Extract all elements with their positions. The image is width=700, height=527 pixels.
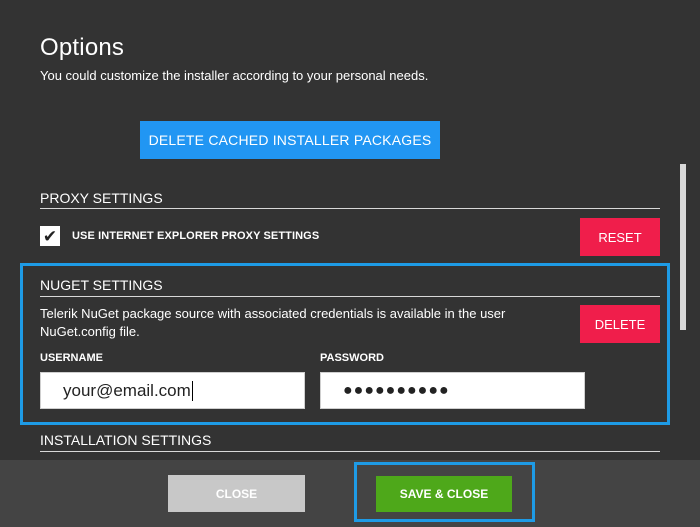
page-title: Options [40,34,125,61]
checkmark-icon: ✔ [42,226,58,246]
proxy-divider [40,208,660,209]
reset-button[interactable]: RESET [580,218,660,256]
text-caret [191,380,193,401]
save-and-close-button[interactable]: SAVE & CLOSE [376,476,512,512]
scrollbar-thumb[interactable] [680,164,686,330]
options-panel: Options You could customize the installe… [0,0,700,460]
delete-nuget-button[interactable]: DELETE [580,305,660,343]
proxy-settings-header: PROXY SETTINGS [40,190,163,206]
nuget-divider [40,296,660,297]
nuget-settings-header: NUGET SETTINGS [40,277,163,293]
delete-cached-packages-button[interactable]: DELETE CACHED INSTALLER PACKAGES [140,121,440,159]
username-value: your@email.com [63,380,191,400]
password-input[interactable]: ●●●●●●●●●● [320,372,585,409]
installation-settings-header: INSTALLATION SETTINGS [40,432,212,448]
password-value: ●●●●●●●●●● [343,381,450,399]
footer-bar [0,460,700,527]
installation-divider [40,451,660,452]
username-input[interactable]: your@email.com [40,372,305,409]
username-label: USERNAME [40,352,103,364]
password-label: PASSWORD [320,352,384,364]
page-subtitle: You could customize the installer accord… [40,68,429,83]
use-ie-proxy-checkbox[interactable]: ✔ [40,226,60,246]
close-button[interactable]: CLOSE [168,475,305,512]
use-ie-proxy-label[interactable]: USE INTERNET EXPLORER PROXY SETTINGS [72,230,319,242]
nuget-description: Telerik NuGet package source with associ… [40,306,506,339]
